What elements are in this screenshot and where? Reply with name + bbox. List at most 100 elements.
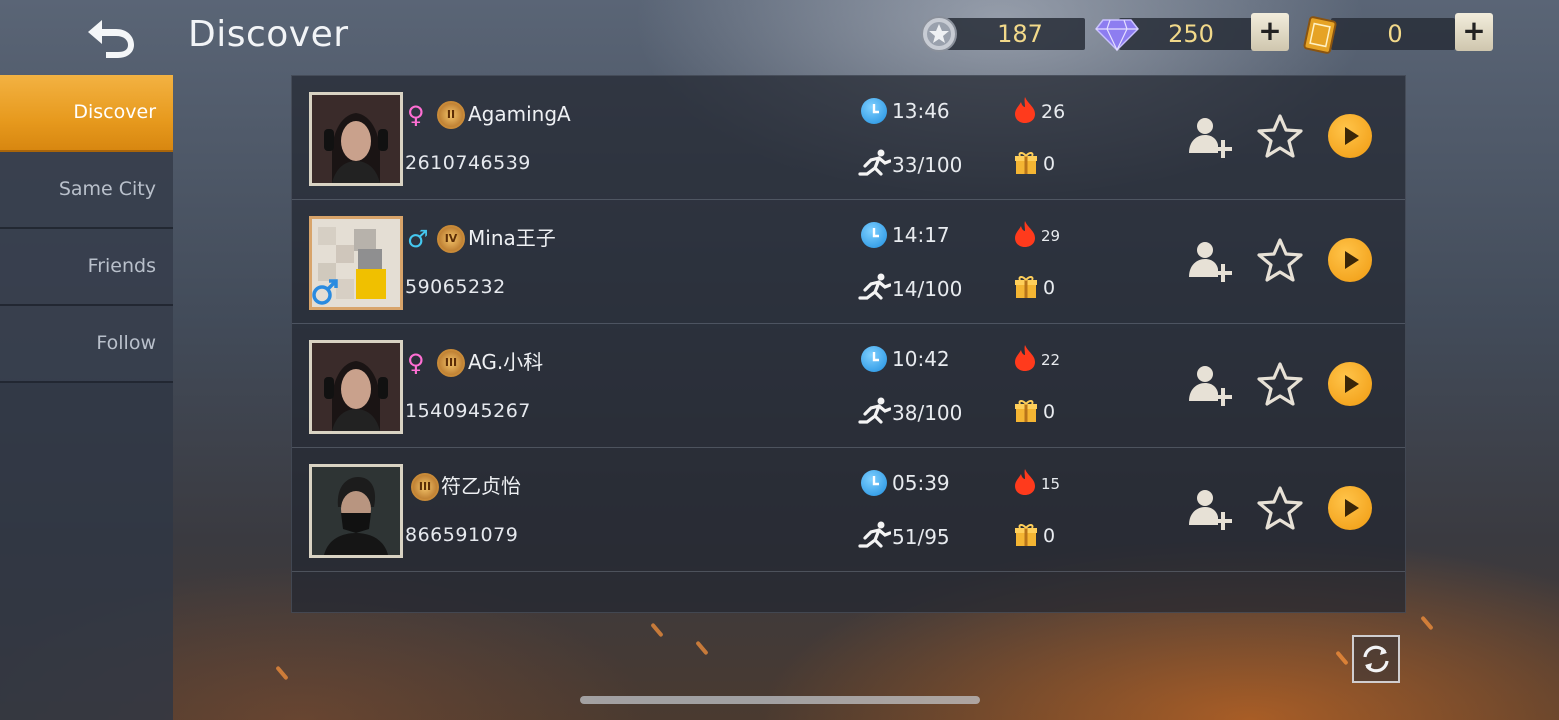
female-soldier-avatar[interactable]	[309, 92, 403, 186]
buy-diamond-plus-button[interactable]: +	[1251, 13, 1289, 51]
star-icon[interactable]	[1255, 112, 1305, 162]
gift-count: 0	[1043, 401, 1056, 423]
sidebar-item-discover[interactable]: Discover	[0, 75, 173, 152]
player-id: 1540945267	[405, 400, 531, 422]
gift-icon	[1015, 276, 1037, 298]
rank-badge-icon: II	[437, 101, 465, 129]
back-arrow-icon	[88, 20, 134, 58]
ticket-counter: 0	[1303, 16, 1455, 54]
play-button[interactable]	[1328, 114, 1372, 158]
male-badge-icon	[312, 279, 338, 305]
buy-ticket-plus-button[interactable]: +	[1455, 13, 1493, 51]
female-soldier-avatar[interactable]	[309, 340, 403, 434]
add-friend-icon[interactable]	[1187, 237, 1233, 283]
clock-icon	[861, 346, 887, 372]
play-icon	[1345, 127, 1359, 145]
silver-coin-counter: 187	[920, 16, 1086, 52]
diamond-icon	[1095, 19, 1139, 52]
flame-icon	[1015, 97, 1035, 123]
ticket-card-icon	[1303, 16, 1337, 54]
ticket-value: 0	[1387, 20, 1403, 48]
refresh-button[interactable]	[1352, 635, 1400, 683]
gender-icon: ♂	[407, 225, 429, 253]
rank-badge-icon: IV	[437, 225, 465, 253]
ember-decoration	[275, 665, 289, 681]
play-progress: 14/100	[892, 277, 963, 301]
home-indicator[interactable]	[580, 696, 980, 704]
sidebar: Discover Same City Friends Follow	[0, 75, 173, 720]
runner-icon	[858, 149, 891, 176]
play-progress: 51/95	[892, 525, 950, 549]
play-progress: 38/100	[892, 401, 963, 425]
rank-badge-icon: III	[437, 349, 465, 377]
player-row[interactable]: ♀ II AgamingA 2610746539 13:46 33/100 26…	[292, 76, 1405, 200]
gender-icon: ♀	[407, 349, 425, 377]
heat-count: 15	[1041, 475, 1061, 493]
player-row[interactable]: ♀ III AG.小科 1540945267 10:42 38/100 22 0	[292, 324, 1405, 448]
ember-decoration	[650, 622, 664, 638]
diamond-counter: 250	[1095, 16, 1255, 52]
ember-decoration	[1335, 650, 1349, 666]
sidebar-item-label: Same City	[58, 178, 156, 200]
sidebar-item-friends[interactable]: Friends	[0, 229, 173, 306]
runner-icon	[858, 273, 891, 300]
diamond-value: 250	[1168, 20, 1214, 48]
player-name: AgamingA	[468, 102, 571, 126]
gift-icon	[1015, 400, 1037, 422]
play-icon	[1345, 499, 1359, 517]
ember-decoration	[1420, 615, 1434, 631]
runner-icon	[858, 521, 891, 548]
silver-coin-value: 187	[997, 20, 1043, 48]
player-id: 2610746539	[405, 152, 531, 174]
player-name: Mina王子	[468, 226, 556, 250]
page-title: Discover	[188, 14, 349, 55]
add-friend-icon[interactable]	[1187, 361, 1233, 407]
gift-count: 0	[1043, 153, 1056, 175]
gift-icon	[1015, 524, 1037, 546]
blurred-photo-avatar[interactable]	[309, 216, 403, 310]
play-progress: 33/100	[892, 153, 963, 177]
heat-count: 29	[1041, 227, 1061, 245]
refresh-icon	[1363, 645, 1389, 673]
star-icon[interactable]	[1255, 484, 1305, 534]
gender-icon: ♀	[407, 101, 425, 129]
back-button[interactable]	[84, 14, 144, 60]
heat-count: 22	[1041, 351, 1061, 369]
player-name: AG.小科	[468, 350, 544, 374]
play-time: 05:39	[892, 471, 950, 495]
play-button[interactable]	[1328, 238, 1372, 282]
sidebar-item-label: Friends	[87, 255, 156, 277]
star-icon[interactable]	[1255, 236, 1305, 286]
player-row[interactable]: ♂ IV Mina王子 59065232 14:17 14/100 29 0	[292, 200, 1405, 324]
star-icon[interactable]	[1255, 360, 1305, 410]
gift-count: 0	[1043, 525, 1056, 547]
ember-decoration	[695, 640, 709, 656]
player-id: 866591079	[405, 524, 519, 546]
player-list: ♀ II AgamingA 2610746539 13:46 33/100 26…	[291, 75, 1406, 613]
player-row[interactable]: III 符乙贞怡 866591079 05:39 51/95 15 0	[292, 448, 1405, 572]
flame-icon	[1015, 345, 1035, 371]
player-name: 符乙贞怡	[441, 474, 521, 498]
heat-count: 26	[1041, 101, 1066, 123]
play-button[interactable]	[1328, 486, 1372, 530]
play-time: 14:17	[892, 223, 950, 247]
masked-male-avatar[interactable]	[309, 464, 403, 558]
sidebar-item-same-city[interactable]: Same City	[0, 152, 173, 229]
play-time: 10:42	[892, 347, 950, 371]
clock-icon	[861, 98, 887, 124]
add-friend-icon[interactable]	[1187, 485, 1233, 531]
add-friend-icon[interactable]	[1187, 113, 1233, 159]
gift-count: 0	[1043, 277, 1056, 299]
rank-badge-icon: III	[411, 473, 439, 501]
player-id: 59065232	[405, 276, 506, 298]
gift-icon	[1015, 152, 1037, 174]
play-button[interactable]	[1328, 362, 1372, 406]
play-icon	[1345, 251, 1359, 269]
sidebar-item-follow[interactable]: Follow	[0, 306, 173, 383]
runner-icon	[858, 397, 891, 424]
clock-icon	[861, 470, 887, 496]
silver-coin-icon	[921, 16, 957, 52]
clock-icon	[861, 222, 887, 248]
play-icon	[1345, 375, 1359, 393]
flame-icon	[1015, 221, 1035, 247]
